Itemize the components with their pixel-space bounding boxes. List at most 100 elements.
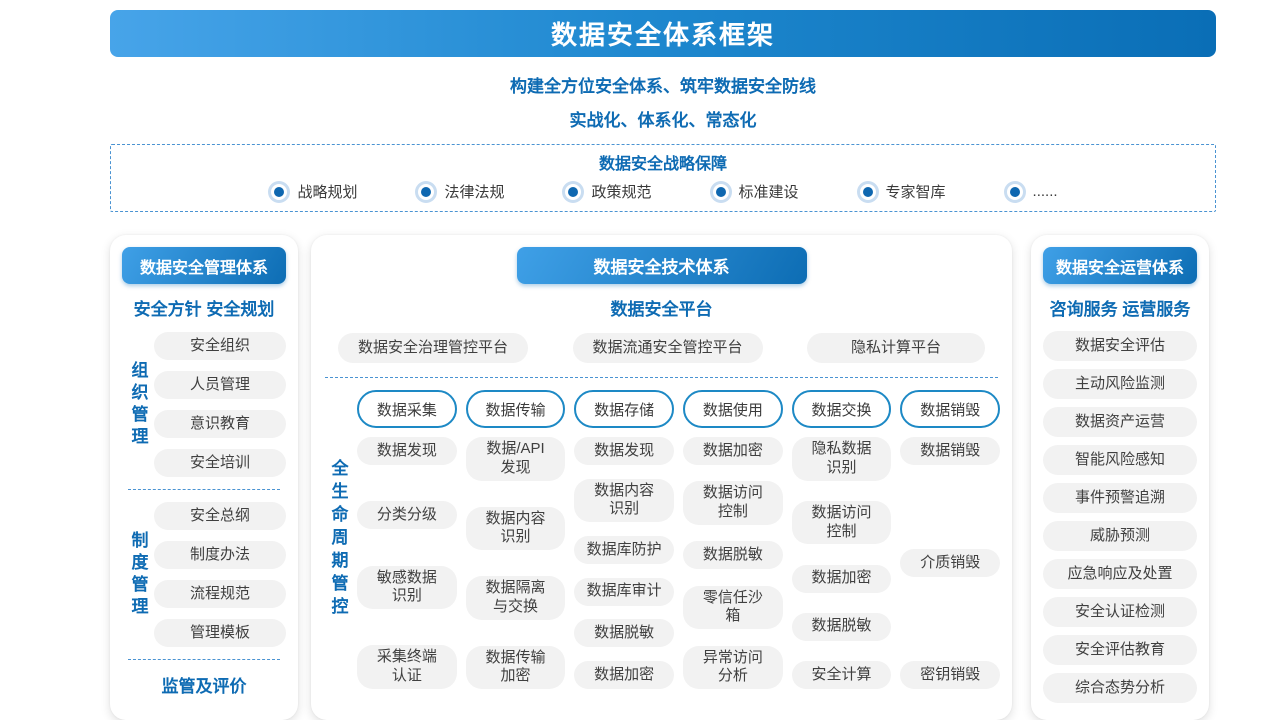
- lifecycle-item: 敏感数据 识别: [357, 566, 457, 610]
- operations-item: 事件预警追溯: [1043, 483, 1197, 513]
- lifecycle-column-transmission: 数据传输 数据/API 发现 数据内容 识别 数据隔离 与交换 数据传输 加密: [466, 390, 566, 689]
- operations-system-card: 数据安全运营体系 咨询服务 运营服务 数据安全评估 主动风险监测 数据资产运营 …: [1031, 235, 1209, 720]
- policy-management-group: 制度管理 安全总纲 制度办法 流程规范 管理模板: [122, 502, 286, 647]
- lifecycle-item: 数据内容 识别: [574, 479, 674, 523]
- lifecycle-item: 隐私数据 识别: [792, 437, 892, 481]
- management-item: 人员管理: [154, 371, 286, 399]
- strategy-items-row: 战略规划 法律法规 政策规范 标准建设 专家智库: [121, 181, 1205, 202]
- radio-bullet-icon: [568, 187, 578, 197]
- subtitle-line-1: 构建全方位安全体系、筑牢数据安全防线: [110, 72, 1216, 97]
- stage-pill: 数据存储: [574, 390, 674, 428]
- stage-pill: 数据传输: [466, 390, 566, 428]
- strategy-item: 战略规划: [268, 181, 357, 202]
- lifecycle-column-storage: 数据存储 数据发现 数据内容 识别 数据库防护 数据库审计 数据脱敏 数据加密: [574, 390, 674, 689]
- strategy-item: 法律法规: [415, 181, 504, 202]
- lifecycle-item: 数据发现: [357, 437, 457, 465]
- strategy-title: 数据安全战略保障: [121, 150, 1205, 174]
- strategy-item-label: 标准建设: [739, 181, 799, 202]
- page-title-banner: 数据安全体系框架: [110, 10, 1216, 57]
- strategy-item: ......: [1004, 183, 1058, 200]
- lifecycle-item: 数据/API 发现: [466, 437, 566, 481]
- platform-row: 数据安全治理管控平台 数据流通安全管控平台 隐私计算平台: [323, 333, 1000, 363]
- lifecycle-item: 数据脱敏: [792, 613, 892, 641]
- management-item: 制度办法: [154, 541, 286, 569]
- operations-item: 安全认证检测: [1043, 597, 1197, 627]
- platform-item: 隐私计算平台: [807, 333, 985, 363]
- stage-pill: 数据使用: [683, 390, 783, 428]
- page-title: 数据安全体系框架: [551, 15, 775, 52]
- lifecycle-column-destruction: 数据销毁 数据销毁 介质销毁 密钥销毁: [900, 390, 1000, 689]
- operations-item: 数据安全评估: [1043, 331, 1197, 361]
- lifecycle-item: 采集终端 认证: [357, 645, 457, 689]
- platform-item: 数据流通安全管控平台: [573, 333, 763, 363]
- organization-management-group: 组织管理 安全组织 人员管理 意识教育 安全培训: [122, 332, 286, 477]
- policy-management-items: 安全总纲 制度办法 流程规范 管理模板: [154, 502, 286, 647]
- stage-pill: 数据交换: [792, 390, 892, 428]
- lifecycle-item: 数据加密: [792, 565, 892, 593]
- platform-item: 数据安全治理管控平台: [338, 333, 528, 363]
- radio-bullet-icon: [863, 187, 873, 197]
- lifecycle-grid: 数据采集 数据发现 分类分级 敏感数据 识别 采集终端 认证 数据传输: [357, 390, 1000, 689]
- management-bottom-label: 监管及评价: [122, 672, 286, 697]
- management-item: 流程规范: [154, 580, 286, 608]
- management-item: 意识教育: [154, 410, 286, 438]
- management-item: 管理模板: [154, 619, 286, 647]
- lifecycle-item: 分类分级: [357, 501, 457, 529]
- platform-label: 数据安全平台: [323, 295, 1000, 320]
- operations-top-label: 咨询服务 运营服务: [1043, 295, 1197, 320]
- stage-items: 数据发现 分类分级 敏感数据 识别 采集终端 认证: [357, 437, 457, 689]
- lifecycle-item: 数据加密: [683, 437, 783, 465]
- organization-management-items: 安全组织 人员管理 意识教育 安全培训: [154, 332, 286, 477]
- lifecycle-vertical-label: 全生命周期管控: [323, 390, 353, 689]
- operations-item: 安全评估教育: [1043, 635, 1197, 665]
- strategy-item: 标准建设: [710, 181, 799, 202]
- dashed-divider: [128, 489, 280, 490]
- lifecycle-item: 数据库审计: [574, 578, 674, 606]
- management-item: 安全组织: [154, 332, 286, 360]
- radio-bullet-icon: [716, 187, 726, 197]
- lifecycle-item: 密钥销毁: [900, 661, 1000, 689]
- lifecycle-item: 介质销毁: [900, 549, 1000, 577]
- strategy-item-label: 战略规划: [297, 181, 357, 202]
- dashed-divider: [128, 659, 280, 660]
- lifecycle-item: 异常访问 分析: [683, 646, 783, 690]
- lifecycle-item: 数据脱敏: [683, 541, 783, 569]
- lifecycle-item: 数据库防护: [574, 536, 674, 564]
- radio-bullet-icon: [1010, 187, 1020, 197]
- dashed-divider: [325, 377, 998, 378]
- operations-item: 威胁预测: [1043, 521, 1197, 551]
- lifecycle-item: 数据访问 控制: [683, 481, 783, 525]
- management-top-label: 安全方针 安全规划: [122, 295, 286, 320]
- stage-items: 数据/API 发现 数据内容 识别 数据隔离 与交换 数据传输 加密: [466, 437, 566, 689]
- subtitle-line-2: 实战化、体系化、常态化: [110, 106, 1216, 131]
- lifecycle-column-exchange: 数据交换 隐私数据 识别 数据访问 控制 数据加密 数据脱敏 安全计算: [792, 390, 892, 689]
- policy-management-vertical-label: 制度管理: [122, 531, 154, 619]
- lifecycle-item: 数据访问 控制: [792, 501, 892, 545]
- stage-items: 数据销毁 介质销毁 密钥销毁: [900, 437, 1000, 689]
- lifecycle-item: 数据脱敏: [574, 619, 674, 647]
- lifecycle-column-usage: 数据使用 数据加密 数据访问 控制 数据脱敏 零信任沙 箱 异常访问 分析: [683, 390, 783, 689]
- operations-item: 综合态势分析: [1043, 673, 1197, 703]
- operations-item: 应急响应及处置: [1043, 559, 1197, 589]
- lifecycle-item: 数据隔离 与交换: [466, 576, 566, 620]
- management-system-card: 数据安全管理体系 安全方针 安全规划 组织管理 安全组织 人员管理 意识教育 安…: [110, 235, 298, 720]
- lifecycle-item: 数据传输 加密: [466, 646, 566, 690]
- technology-card-header: 数据安全技术体系: [517, 247, 807, 284]
- operations-card-header: 数据安全运营体系: [1043, 247, 1197, 284]
- stage-pill: 数据采集: [357, 390, 457, 428]
- operations-item: 主动风险监测: [1043, 369, 1197, 399]
- strategy-item-label: 法律法规: [444, 181, 504, 202]
- radio-bullet-icon: [421, 187, 431, 197]
- lifecycle-column-collection: 数据采集 数据发现 分类分级 敏感数据 识别 采集终端 认证: [357, 390, 457, 689]
- management-item: 安全总纲: [154, 502, 286, 530]
- lifecycle-item: 数据发现: [574, 437, 674, 465]
- lifecycle-item: 数据内容 识别: [466, 507, 566, 551]
- strategy-item-label: 专家智库: [886, 181, 946, 202]
- lifecycle-item: 数据销毁: [900, 437, 1000, 465]
- technology-system-card: 数据安全技术体系 数据安全平台 数据安全治理管控平台 数据流通安全管控平台 隐私…: [311, 235, 1012, 720]
- stage-pill: 数据销毁: [900, 390, 1000, 428]
- strategy-item: 政策规范: [562, 181, 651, 202]
- strategy-item-label: 政策规范: [591, 181, 651, 202]
- operations-item: 智能风险感知: [1043, 445, 1197, 475]
- cards-row: 数据安全管理体系 安全方针 安全规划 组织管理 安全组织 人员管理 意识教育 安…: [110, 235, 1216, 720]
